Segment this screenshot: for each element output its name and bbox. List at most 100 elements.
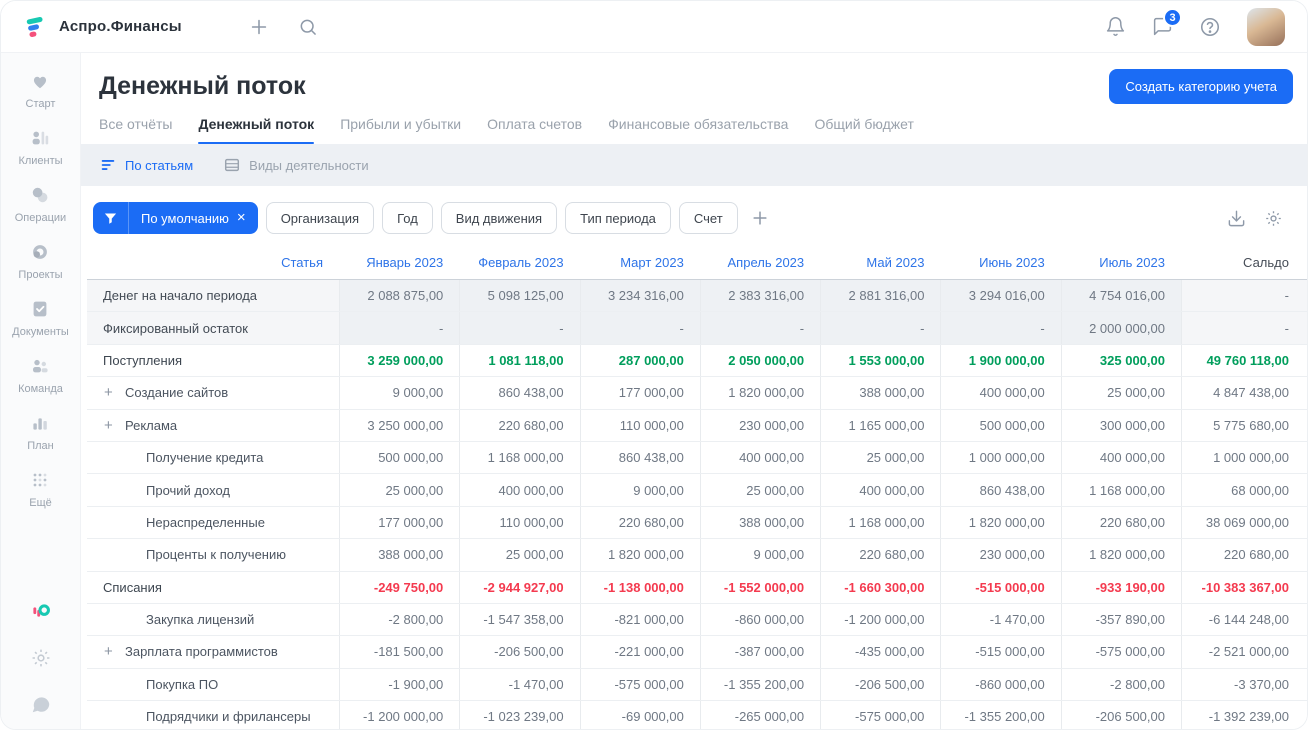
- report-tab[interactable]: Общий бюджет: [814, 116, 913, 144]
- table-header-row: Статья Январь 2023 Февраль 2023 Март 202…: [87, 246, 1307, 280]
- cell-value: 25 000,00: [1060, 377, 1181, 409]
- cell-value: -860 000,00: [699, 603, 820, 636]
- export-button[interactable]: [1227, 209, 1246, 228]
- report-tab[interactable]: Денежный поток: [198, 116, 314, 144]
- user-avatar[interactable]: [1247, 7, 1285, 46]
- table-row[interactable]: + Проценты к получению 388 000,00 25 000…: [87, 539, 1307, 572]
- table-row[interactable]: + Нераспределенные 177 000,00 110 000,00: [87, 506, 1307, 540]
- table-row[interactable]: + Закупка лицензий -2 800,00 -1 547 358,…: [87, 603, 1307, 637]
- row-label: Подрядчики и фрилансеры: [146, 709, 311, 725]
- cell-value: -: [699, 312, 821, 344]
- notifications-button[interactable]: [1105, 16, 1126, 37]
- cell-value: 5 098 125,00: [459, 280, 580, 312]
- sidebar-item[interactable]: Старт: [12, 69, 69, 110]
- cell-value: -: [459, 312, 580, 344]
- column-header[interactable]: Март 2023: [580, 246, 700, 279]
- view-tab[interactable]: Виды деятельности: [223, 156, 369, 174]
- cell-value: 500 000,00: [940, 409, 1060, 441]
- expand-row-icon[interactable]: +: [104, 384, 125, 401]
- add-filter-button[interactable]: [750, 208, 770, 228]
- table-row[interactable]: + Реклама 3 250 000,00 220 680,00 110 00…: [87, 409, 1307, 442]
- clear-filter-icon[interactable]: ×: [237, 210, 258, 226]
- cell-value: 5 775 680,00: [1180, 409, 1307, 441]
- table-settings-button[interactable]: [1264, 209, 1283, 228]
- sidebar-item[interactable]: Проекты: [12, 240, 69, 281]
- table-row[interactable]: + Подрядчики и фрилансеры -1 200 000,00 …: [87, 701, 1307, 729]
- cell-value: 1 000 000,00: [940, 441, 1060, 474]
- cell-value: -206 500,00: [1060, 701, 1181, 729]
- sidebar-item[interactable]: Ещё: [12, 468, 69, 509]
- table-row[interactable]: + Прочий доход 25 000,00 400 000,00: [87, 474, 1307, 507]
- column-header[interactable]: Январь 2023: [339, 246, 459, 279]
- report-tab[interactable]: Финансовые обязательства: [608, 116, 788, 144]
- cell-value: 220 680,00: [820, 539, 940, 571]
- column-header[interactable]: Июнь 2023: [940, 246, 1060, 279]
- cell-value: 388 000,00: [699, 506, 820, 539]
- table-row[interactable]: + Покупка ПО -1 900,00 -1 470,00: [87, 668, 1307, 702]
- filter-chip[interactable]: Тип периода: [565, 202, 671, 234]
- column-header[interactable]: Февраль 2023: [459, 246, 579, 279]
- row-label: Нераспределенные: [146, 514, 265, 530]
- column-header[interactable]: Июль 2023: [1061, 246, 1181, 279]
- sidebar-item[interactable]: Документы: [12, 297, 69, 338]
- report-tabs: Все отчёты Денежный поток Прибыли и убыт…: [81, 104, 1307, 144]
- view-tab[interactable]: По статьям: [99, 156, 193, 174]
- cell-value: 2 088 875,00: [339, 280, 460, 312]
- cell-value: 177 000,00: [339, 506, 459, 539]
- projects-icon: [28, 240, 52, 264]
- cell-value: -1 552 000,00: [699, 571, 820, 603]
- column-header[interactable]: Статья: [87, 246, 339, 279]
- cell-value: -515 000,00: [940, 571, 1060, 603]
- table-row[interactable]: + Денег на начало периода 2 088 875,00 5…: [87, 280, 1307, 313]
- table-row[interactable]: + Списания -249 750,00 -2 944 927,00: [87, 571, 1307, 604]
- table-row[interactable]: + Зарплата программистов -181 500,00 -20…: [87, 636, 1307, 669]
- expand-row-icon[interactable]: +: [104, 643, 125, 660]
- table-row[interactable]: + Фиксированный остаток - -: [87, 312, 1307, 345]
- support-chat-button[interactable]: [30, 693, 52, 715]
- create-category-button[interactable]: Создать категорию учета: [1109, 69, 1293, 104]
- cell-value: 2 383 316,00: [699, 280, 821, 312]
- column-header[interactable]: Сальдо: [1181, 246, 1307, 279]
- sidebar-item[interactable]: План: [12, 411, 69, 452]
- sidebar-item[interactable]: Операции: [12, 183, 69, 224]
- cell-value: 388 000,00: [339, 539, 459, 571]
- table-row[interactable]: + Получение кредита 500 000,00 1 168 000…: [87, 441, 1307, 475]
- help-button[interactable]: [1199, 16, 1221, 38]
- report-tab[interactable]: Оплата счетов: [487, 116, 582, 144]
- cell-value: 2 000 000,00: [1060, 312, 1181, 344]
- cell-value: -1 660 300,00: [820, 571, 940, 603]
- filter-chip[interactable]: Вид движения: [440, 202, 558, 234]
- expand-row-icon[interactable]: +: [104, 417, 125, 434]
- settings-button[interactable]: [30, 647, 52, 669]
- table-row[interactable]: + Создание сайтов 9 000,00 860 438,00 17…: [87, 377, 1307, 410]
- operations-icon: [28, 183, 52, 207]
- cell-value: 25 000,00: [459, 539, 579, 571]
- create-new-button[interactable]: [248, 16, 270, 38]
- cell-value: -6 144 248,00: [1180, 603, 1307, 636]
- filter-toolbar: По умолчанию × Организация Год Вид движе…: [93, 202, 1289, 234]
- start-icon: [28, 69, 52, 93]
- column-header[interactable]: Апрель 2023: [700, 246, 820, 279]
- report-tab[interactable]: Прибыли и убытки: [340, 116, 461, 144]
- sidebar-item[interactable]: Команда: [12, 354, 69, 395]
- cell-value: 1 553 000,00: [820, 344, 940, 377]
- report-tab[interactable]: Все отчёты: [99, 116, 172, 144]
- filter-chip[interactable]: Год: [382, 202, 433, 234]
- cell-value: -2 800,00: [1060, 668, 1181, 701]
- column-header[interactable]: Май 2023: [820, 246, 940, 279]
- filter-chip[interactable]: Организация: [265, 202, 375, 234]
- sidebar: Старт Клиенты Операции Проекты Документы…: [1, 53, 81, 729]
- active-filter-chip[interactable]: По умолчанию ×: [93, 202, 258, 234]
- cell-value: 1 820 000,00: [940, 506, 1060, 539]
- filter-chip[interactable]: Счет: [678, 202, 738, 234]
- search-button[interactable]: [298, 17, 318, 37]
- cell-value: -2 944 927,00: [459, 571, 579, 603]
- cell-value: -575 000,00: [820, 701, 940, 729]
- row-label: Создание сайтов: [125, 385, 229, 401]
- table-row[interactable]: + Поступления 3 259 000,00 1 081 118,00: [87, 344, 1307, 378]
- app-name: Аспро.Финансы: [59, 18, 182, 35]
- sidebar-item[interactable]: Клиенты: [12, 126, 69, 167]
- row-label: Поступления: [103, 352, 183, 368]
- cell-value: -: [1180, 312, 1307, 344]
- cell-value: 400 000,00: [1060, 441, 1181, 474]
